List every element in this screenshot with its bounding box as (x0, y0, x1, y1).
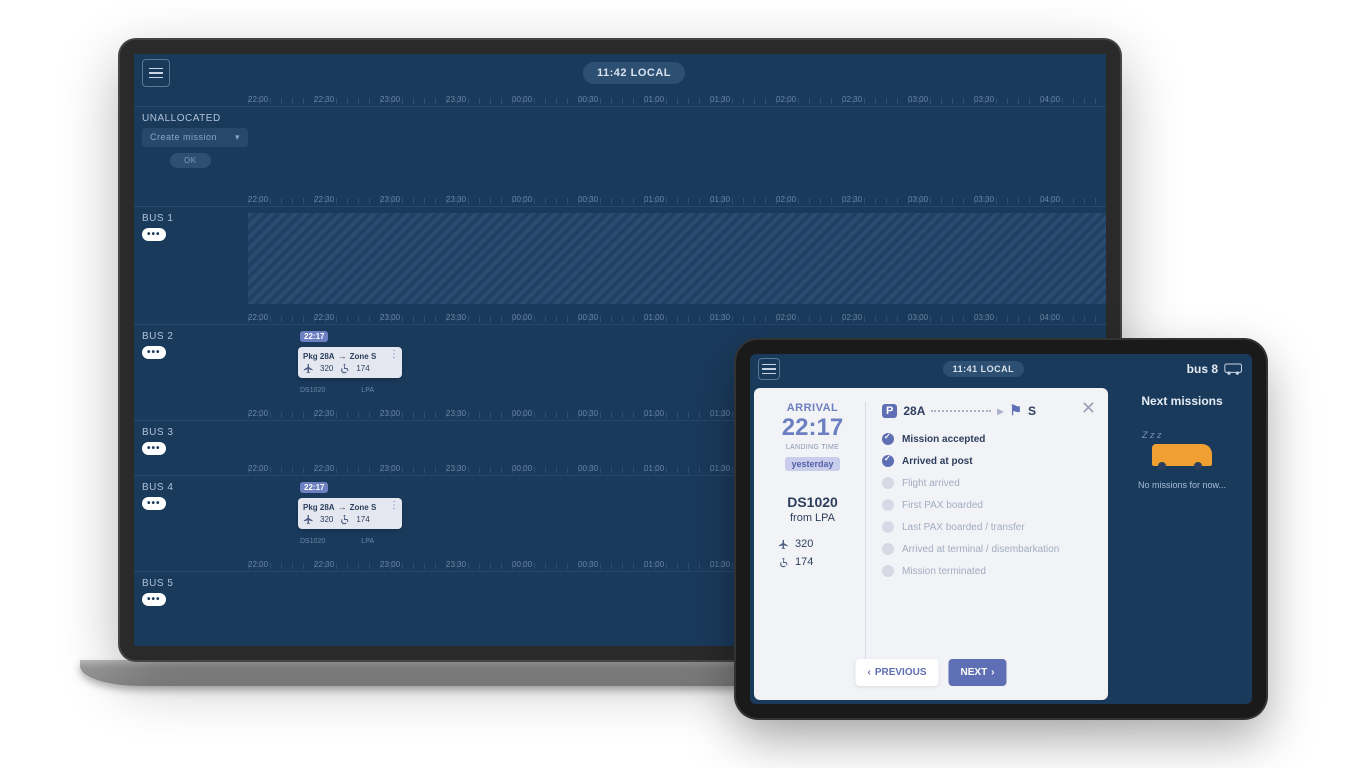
tablet-device: 11:41 LOCAL bus 8 ✕ ARRIVAL 22:17 LANDIN… (736, 340, 1266, 718)
steps-column: P 28A ▸ ⚑ S Mission accepted Arrived at p… (866, 402, 1092, 686)
lane-chat-indicator[interactable]: ••• (142, 497, 166, 510)
bus-label: bus 8 (1187, 362, 1218, 376)
lane-chat-indicator[interactable]: ••• (142, 228, 166, 241)
lane-label: UNALLOCATED (142, 113, 240, 124)
step-label: First PAX boarded (902, 500, 983, 511)
mission-step: Arrived at post (882, 455, 1092, 467)
time-ruler: 22:0022:3023:0023:3000:0000:3001:0001:30… (134, 310, 1106, 324)
mission-step: Mission terminated (882, 565, 1092, 577)
clock-pill: 11:42 LOCAL (583, 62, 685, 84)
ok-button[interactable]: OK (170, 153, 211, 168)
pax-wheel-count: 174 (795, 556, 813, 568)
time-ruler: 22:0022:3023:0023:3000:0000:3001:0001:30… (134, 192, 1106, 206)
chevron-down-icon: ▾ (235, 132, 240, 143)
mission-step: Mission accepted (882, 433, 1092, 445)
mission-card[interactable]: ⋮Pkg 28A → Zone S320174 (298, 498, 402, 529)
clock-pill: 11:41 LOCAL (943, 361, 1025, 377)
day-badge: yesterday (785, 457, 839, 471)
time-ruler: 22:0022:3023:0023:3000:0000:3001:0001:30… (134, 92, 1106, 106)
lane-chat-indicator[interactable]: ••• (142, 346, 166, 359)
no-missions-text: No missions for now... (1120, 480, 1244, 490)
circle-icon (882, 543, 894, 555)
arrival-column: ARRIVAL 22:17 LANDING TIME yesterday DS1… (770, 402, 866, 686)
flight-origin: from LPA (770, 512, 855, 524)
step-label: Mission accepted (902, 434, 985, 445)
tablet-header: 11:41 LOCAL bus 8 (750, 354, 1252, 384)
mission-time-tag: 22:17 (300, 331, 328, 342)
check-icon (882, 455, 894, 467)
step-label: Mission terminated (902, 566, 986, 577)
flag-icon: ⚑ (1009, 402, 1022, 419)
landing-label: LANDING TIME (770, 444, 855, 451)
sleeping-bus-illustration: Z z z (1148, 436, 1216, 470)
circle-icon (882, 565, 894, 577)
arrow-icon: ▸ (997, 404, 1003, 418)
mission-step: Flight arrived (882, 477, 1092, 489)
desktop-header: 11:42 LOCAL (134, 54, 1106, 92)
circle-icon (882, 477, 894, 489)
check-icon (882, 433, 894, 445)
bus-icon (1224, 362, 1244, 376)
next-missions-heading: Next missions (1120, 394, 1244, 408)
route-from: 28A (903, 404, 925, 418)
step-label: Last PAX boarded / transfer (902, 522, 1025, 533)
wheelchair-icon (778, 557, 789, 568)
lane-label: BUS 2 (142, 331, 240, 342)
step-label: Flight arrived (902, 478, 960, 489)
circle-icon (882, 499, 894, 511)
lane-label: BUS 4 (142, 482, 240, 493)
mission-time-tag: 22:17 (300, 482, 328, 493)
next-button[interactable]: NEXT › (949, 659, 1007, 686)
mission-step: Last PAX boarded / transfer (882, 521, 1092, 533)
plane-icon (778, 539, 789, 550)
pax-plane-count: 320 (795, 538, 813, 550)
mission-step: First PAX boarded (882, 499, 1092, 511)
route-to: S (1028, 404, 1036, 418)
chevron-right-icon: › (991, 667, 994, 678)
next-missions-panel: Next missions Z z z No missions for now.… (1112, 384, 1252, 704)
previous-button[interactable]: ‹ PREVIOUS (855, 659, 938, 686)
mission-card[interactable]: ⋮Pkg 28A → Zone S320174 (298, 347, 402, 378)
lane-chat-indicator[interactable]: ••• (142, 593, 166, 606)
close-icon[interactable]: ✕ (1081, 398, 1096, 419)
tablet-screen: 11:41 LOCAL bus 8 ✕ ARRIVAL 22:17 LANDIN… (750, 354, 1252, 704)
flight-number: DS1020 (770, 494, 855, 510)
step-label: Arrived at post (902, 456, 973, 467)
arrival-time: 22:17 (770, 414, 855, 442)
menu-button[interactable] (758, 358, 780, 380)
mission-sublabels: DS1020LPA (300, 538, 374, 545)
menu-button[interactable] (142, 59, 170, 87)
circle-icon (882, 521, 894, 533)
step-label: Arrived at terminal / disembarkation (902, 544, 1059, 555)
mission-step: Arrived at terminal / disembarkation (882, 543, 1092, 555)
lane-unallocated: UNALLOCATED Create mission ▾ OK (134, 106, 1106, 192)
lane-label: BUS 3 (142, 427, 240, 438)
mission-detail-panel: ✕ ARRIVAL 22:17 LANDING TIME yesterday D… (754, 388, 1108, 700)
unavailable-block (248, 213, 1106, 304)
arrival-heading: ARRIVAL (770, 402, 855, 414)
parking-badge: P (882, 404, 897, 418)
more-icon[interactable]: ⋮ (389, 504, 399, 507)
lane-label: BUS 5 (142, 578, 240, 589)
lane-chat-indicator[interactable]: ••• (142, 442, 166, 455)
create-mission-dropdown[interactable]: Create mission ▾ (142, 128, 248, 147)
mission-sublabels: DS1020LPA (300, 387, 374, 394)
chevron-left-icon: ‹ (867, 667, 870, 678)
lane-label: BUS 1 (142, 213, 240, 224)
more-icon[interactable]: ⋮ (389, 353, 399, 356)
lane-row: BUS 1 ••• (134, 206, 1106, 310)
route-row: P 28A ▸ ⚑ S (882, 402, 1092, 419)
